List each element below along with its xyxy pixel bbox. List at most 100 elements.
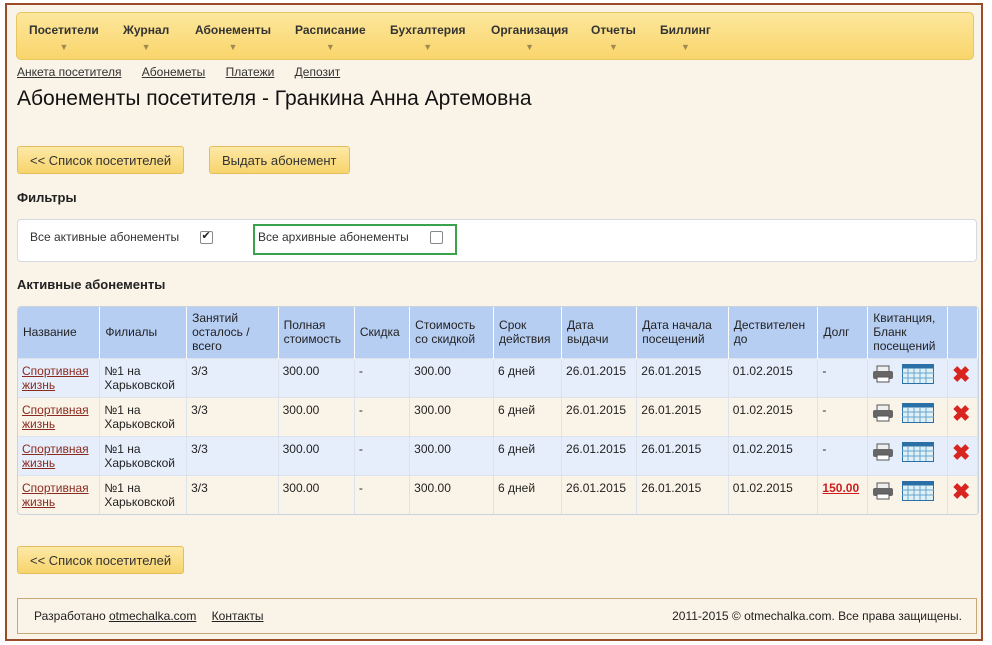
col-header: Полная стоимость [278,307,355,358]
filter-archive-checkbox[interactable] [430,231,444,245]
attendance-sheet-icon[interactable] [901,402,934,423]
debt-cell: - [817,396,869,436]
debt-cell: - [817,435,869,475]
chevron-down-icon: ▼ [608,42,618,52]
subscription-name-link[interactable]: Спортивная жизнь [22,442,89,470]
term-cell: 6 дней [493,357,563,397]
table-row: Спортивная жизнь №1 на Харьковской 3/3 3… [18,396,978,436]
menu-item-visitors[interactable]: Посетители ▼ [29,23,99,52]
chevron-down-icon: ▼ [228,42,238,52]
col-header: Скидка [354,307,411,358]
term-cell: 6 дней [493,396,563,436]
documents-cell [867,357,949,397]
col-header: Долг [817,307,869,358]
attendance-sheet-icon[interactable] [901,363,934,384]
delete-icon[interactable]: ✖ [952,402,970,425]
sublink-deposit[interactable]: Депозит [295,65,341,79]
chevron-down-icon: ▼ [525,42,535,52]
branch-cell: №1 на Харьковской [99,435,188,475]
footer-left: Разработано otmechalka.com Контакты [34,609,264,623]
filter-active-checkbox[interactable] [200,229,214,245]
valid-until-cell: 01.02.2015 [728,357,819,397]
delete-icon[interactable]: ✖ [952,441,970,464]
col-header: Дествителен до [728,307,819,358]
sessions-left-cell: 3/3 [186,357,279,397]
col-header: Дата выдачи [561,307,638,358]
start-date-cell: 26.01.2015 [636,474,729,514]
footer-dev-prefix: Разработано [34,609,109,623]
issue-date-cell: 26.01.2015 [561,474,638,514]
sublink-payments[interactable]: Платежи [226,65,275,79]
table-header-row: Название Филиалы Занятий осталось / всег… [18,307,978,358]
menu-label: Расписание [295,23,366,37]
debt-link[interactable]: 150.00 [822,481,859,495]
price-cell: 300.00 [278,396,355,436]
chevron-down-icon: ▼ [680,42,690,52]
discount-cell: - [354,396,411,436]
price-cell: 300.00 [278,435,355,475]
footer-copyright: 2011-2015 © otmechalka.com. Все права за… [672,609,962,623]
sessions-left-cell: 3/3 [186,435,279,475]
sublink-subscriptions[interactable]: Абонеметы [142,65,206,79]
col-header: Дата начала посещений [636,307,729,358]
branch-cell: №1 на Харьковской [99,357,188,397]
term-cell: 6 дней [493,474,563,514]
subscription-name-link[interactable]: Спортивная жизнь [22,481,89,509]
sublink-visitor-profile[interactable]: Анкета посетителя [17,65,121,79]
menu-item-journal[interactable]: Журнал ▼ [123,23,169,52]
delete-icon[interactable]: ✖ [952,363,970,386]
attendance-sheet-icon[interactable] [901,441,934,462]
documents-cell [867,474,949,514]
documents-cell [867,396,949,436]
chevron-down-icon: ▼ [423,42,433,52]
debt-cell: 150.00 [817,474,869,514]
active-subscriptions-title: Активные абонементы [17,277,166,292]
valid-until-cell: 01.02.2015 [728,435,819,475]
col-header: Стоимость со скидкой [409,307,495,358]
footer-contacts-link[interactable]: Контакты [212,609,264,623]
menu-item-subscriptions[interactable]: Абонементы ▼ [195,23,271,52]
start-date-cell: 26.01.2015 [636,435,729,475]
table-row: Спортивная жизнь №1 на Харьковской 3/3 3… [18,435,978,475]
subscription-name-link[interactable]: Спортивная жизнь [22,403,89,431]
valid-until-cell: 01.02.2015 [728,396,819,436]
issue-subscription-button[interactable]: Выдать абонемент [209,146,350,174]
printer-icon[interactable] [872,443,894,461]
chevron-down-icon: ▼ [141,42,151,52]
chevron-down-icon: ▼ [325,42,335,52]
menu-label: Журнал [123,23,170,37]
attendance-sheet-icon[interactable] [901,480,934,501]
menu-item-accounting[interactable]: Бухгалтерия ▼ [390,23,466,52]
discounted-price-cell: 300.00 [409,435,495,475]
footer-dev-link[interactable]: otmechalka.com [109,609,196,623]
start-date-cell: 26.01.2015 [636,357,729,397]
discount-cell: - [354,357,411,397]
back-to-visitors-button[interactable]: << Список посетителей [17,146,185,174]
branch-cell: №1 на Харьковской [99,474,188,514]
back-to-visitors-button-bottom[interactable]: << Список посетителей [17,546,185,574]
menu-item-billing[interactable]: Биллинг ▼ [660,23,711,52]
sessions-left-cell: 3/3 [186,396,279,436]
printer-icon[interactable] [872,365,894,383]
top-menu: Посетители ▼ Журнал ▼ Абонементы ▼ Расписан… [16,12,974,60]
filters-title: Фильтры [17,190,77,205]
menu-label: Биллинг [660,23,711,37]
page-frame: Посетители ▼ Журнал ▼ Абонементы ▼ Расписан… [5,3,983,641]
printer-icon[interactable] [872,482,894,500]
price-cell: 300.00 [278,357,355,397]
col-header: Занятий осталось / всего [186,307,279,358]
col-header: Срок действия [493,307,563,358]
term-cell: 6 дней [493,435,563,475]
menu-item-organization[interactable]: Организация ▼ [491,23,568,52]
col-header: Филиалы [99,307,188,358]
menu-item-schedule[interactable]: Расписание ▼ [295,23,366,52]
delete-icon[interactable]: ✖ [952,480,970,503]
menu-label: Абонементы [195,23,271,37]
col-header: Квитанция, Бланк посещений [867,307,949,358]
printer-icon[interactable] [872,404,894,422]
table-row: Спортивная жизнь №1 на Харьковской 3/3 3… [18,357,978,397]
menu-label: Бухгалтерия [390,23,466,37]
issue-date-cell: 26.01.2015 [561,396,638,436]
menu-item-reports[interactable]: Отчеты ▼ [591,23,636,52]
subscription-name-link[interactable]: Спортивная жизнь [22,364,89,392]
